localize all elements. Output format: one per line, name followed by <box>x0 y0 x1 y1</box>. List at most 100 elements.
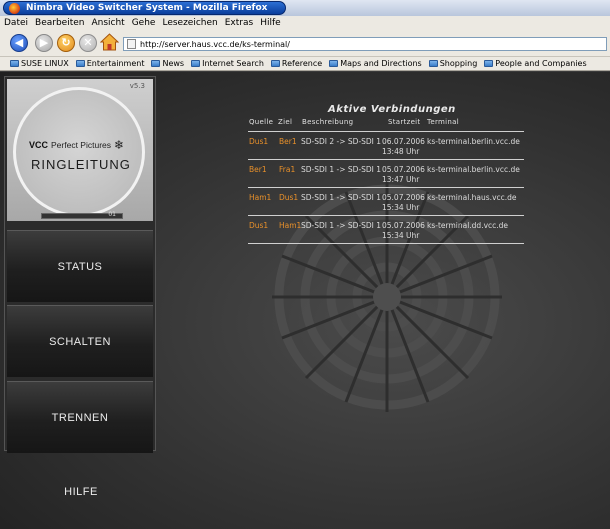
menu-datei[interactable]: Datei <box>4 18 28 28</box>
row-divider <box>248 187 524 188</box>
reload-icon: ↻ <box>61 36 71 49</box>
logo-bar: 01 <box>41 211 123 219</box>
bookmark-maps-and-directions[interactable]: Maps and Directions <box>329 59 422 68</box>
cell-source: Ham1 <box>249 193 272 202</box>
cell-terminal: ks-terminal.berlin.vcc.de <box>427 137 520 146</box>
menu-lesezeichen[interactable]: Lesezeichen <box>162 18 217 28</box>
firefox-logo-icon <box>9 3 20 14</box>
bookmark-shopping[interactable]: Shopping <box>428 59 478 68</box>
cell-start: 05.07.2006 15:34 Uhr <box>382 193 425 212</box>
cell-source: Dus1 <box>249 221 269 230</box>
cell-source: Ber1 <box>249 165 267 174</box>
page-icon <box>127 39 136 49</box>
nav-trennen-button[interactable]: TRENNEN <box>7 381 153 453</box>
folder-icon <box>270 60 280 67</box>
folder-icon <box>151 60 161 67</box>
page-content: v5.3 VCC Perfect Pictures ❄ RINGLEITUNG … <box>0 72 610 529</box>
bookmark-reference[interactable]: Reference <box>270 59 323 68</box>
bookmark-news[interactable]: News <box>151 59 184 68</box>
stop-icon: ✕ <box>83 36 93 49</box>
nav-hilfe-label: HILFE <box>64 486 98 498</box>
row-divider <box>248 159 524 160</box>
folder-icon <box>329 60 339 67</box>
nav-hilfe-button[interactable]: HILFE <box>6 472 156 512</box>
menu-extras[interactable]: Extras <box>225 18 253 28</box>
title-pill: Nimbra Video Switcher System - Mozilla F… <box>3 1 286 15</box>
bookmark-label: Reference <box>281 59 323 68</box>
bookmark-label: Maps and Directions <box>340 59 422 68</box>
folder-icon <box>428 60 438 67</box>
row-divider <box>248 131 524 132</box>
nav-status-button[interactable]: STATUS <box>7 230 153 302</box>
nav-schalten-button[interactable]: SCHALTEN <box>7 305 153 377</box>
logo-box: v5.3 VCC Perfect Pictures ❄ RINGLEITUNG … <box>7 79 153 221</box>
bookmark-label: Entertainment <box>86 59 145 68</box>
cell-description: SD-SDI 1 -> SD-SDI 1 <box>301 221 382 230</box>
arrow-left-icon: ◀ <box>14 36 24 49</box>
bookmark-label: News <box>162 59 185 68</box>
header-target: Ziel <box>278 118 293 126</box>
nav-status-label: STATUS <box>57 260 103 273</box>
bookmark-label: Shopping <box>439 59 478 68</box>
url-field[interactable]: http://server.haus.vcc.de/ks-terminal/ <box>123 37 607 51</box>
cell-target: Ham1 <box>279 221 302 230</box>
arrow-right-icon: ▶ <box>39 36 49 49</box>
menu-bar: Datei Bearbeiten Ansicht Gehe Lesezeiche… <box>0 16 610 30</box>
connections-title: Aktive Verbindungen <box>328 104 456 115</box>
cell-description: SD-SDI 1 -> SD-SDI 1 <box>301 165 382 174</box>
forward-button[interactable]: ▶ <box>35 34 53 52</box>
cell-source: Dus1 <box>249 137 269 146</box>
brand-bold: VCC <box>29 140 49 150</box>
product-name: RINGLEITUNG <box>31 157 131 172</box>
left-navigation-panel: v5.3 VCC Perfect Pictures ❄ RINGLEITUNG … <box>4 76 156 453</box>
folder-icon <box>484 60 494 67</box>
header-source: Quelle <box>249 118 274 126</box>
folder-icon <box>191 60 201 67</box>
snowflake-logo-icon: ❄ <box>114 138 125 152</box>
cell-terminal: ks-terminal.haus.vcc.de <box>427 193 517 202</box>
bookmark-suse-linux[interactable]: SUSE LINUX <box>10 59 69 68</box>
menu-hilfe[interactable]: Hilfe <box>260 18 280 28</box>
row-divider <box>248 215 524 216</box>
menu-ansicht[interactable]: Ansicht <box>91 18 124 28</box>
row-divider <box>248 243 524 244</box>
bookmarks-toolbar: SUSE LINUX Entertainment News Internet S… <box>0 57 610 71</box>
nav-schalten-label: SCHALTEN <box>49 335 111 348</box>
cell-target: Dus1 <box>279 193 299 202</box>
brand-line: VCC Perfect Pictures ❄ <box>29 138 125 152</box>
brand-light: Perfect Pictures <box>51 140 112 150</box>
logo-bar-label: 01 <box>108 211 116 218</box>
bookmark-people-and-companies[interactable]: People and Companies <box>484 59 587 68</box>
bookmark-label: People and Companies <box>495 59 587 68</box>
cell-start: 05.07.2006 13:47 Uhr <box>382 165 425 184</box>
url-text: http://server.haus.vcc.de/ks-terminal/ <box>140 39 290 49</box>
bookmark-label: SUSE LINUX <box>21 59 69 68</box>
reload-button[interactable]: ↻ <box>57 34 75 52</box>
header-terminal: Terminal <box>427 118 459 126</box>
menu-gehe[interactable]: Gehe <box>132 18 156 28</box>
cell-terminal: ks-terminal.berlin.vcc.de <box>427 165 520 174</box>
bookmark-label: Internet Search <box>202 59 264 68</box>
home-button[interactable] <box>99 33 120 52</box>
cell-target: Ber1 <box>279 137 297 146</box>
cell-description: SD-SDI 2 -> SD-SDI 1 <box>301 137 382 146</box>
cell-start: 05.07.2006 15:34 Uhr <box>382 221 425 240</box>
version-label: v5.3 <box>129 82 145 90</box>
cell-description: SD-SDI 1 -> SD-SDI 1 <box>301 193 382 202</box>
window-titlebar: Nimbra Video Switcher System - Mozilla F… <box>0 0 610 16</box>
folder-icon <box>10 60 19 67</box>
cell-target: Fra1 <box>279 165 296 174</box>
navigation-toolbar: ◀ ▶ ↻ ✕ http://server.haus.vcc.de/ks-ter… <box>0 30 610 57</box>
home-icon <box>99 33 120 51</box>
nav-trennen-label: TRENNEN <box>51 411 109 424</box>
cell-start: 06.07.2006 13:48 Uhr <box>382 137 425 156</box>
window-title: Nimbra Video Switcher System - Mozilla F… <box>26 3 268 13</box>
stop-button[interactable]: ✕ <box>79 34 97 52</box>
header-description: Beschreibung <box>302 118 354 126</box>
header-start: Startzeit <box>388 118 421 126</box>
folder-icon <box>75 60 85 67</box>
back-button[interactable]: ◀ <box>10 34 28 52</box>
bookmark-internet-search[interactable]: Internet Search <box>191 59 264 68</box>
menu-bearbeiten[interactable]: Bearbeiten <box>35 18 84 28</box>
bookmark-entertainment[interactable]: Entertainment <box>75 59 145 68</box>
